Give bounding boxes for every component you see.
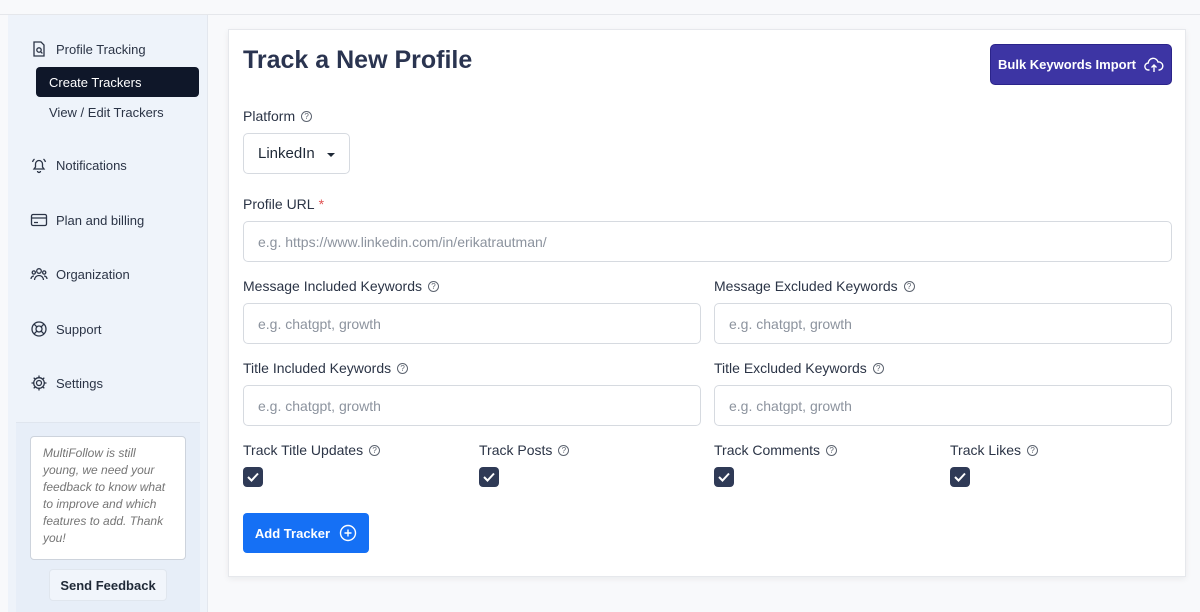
help-icon: ? (826, 444, 838, 456)
title-excluded-keywords-label: Title Excluded Keywords ? (714, 360, 884, 376)
help-icon: ? (558, 444, 570, 456)
credit-card-icon (30, 213, 48, 227)
sidebar-item-notifications[interactable]: Notifications (30, 156, 127, 174)
track-comments-checkbox[interactable] (714, 467, 734, 487)
track-posts-checkbox[interactable] (479, 467, 499, 487)
platform-label-text: Platform (243, 108, 296, 124)
track-likes-label: Track Likes ? (950, 442, 1039, 458)
label-text: Message Excluded Keywords (714, 278, 898, 294)
label-text: Track Likes (950, 442, 1022, 458)
gear-icon (31, 375, 47, 391)
sidebar-item-label: Notifications (56, 157, 127, 173)
sidebar-subitem-label: Create Trackers (49, 74, 142, 90)
bell-icon (31, 158, 47, 174)
required-indicator: * (318, 196, 325, 212)
add-tracker-label: Add Tracker (254, 525, 331, 541)
message-included-keywords-label: Message Included Keywords ? (243, 278, 439, 294)
checkmark-icon (718, 472, 730, 482)
sidebar-subitem-label: View / Edit Trackers (49, 105, 164, 120)
help-icon: ? (369, 444, 381, 456)
send-feedback-label: Send Feedback (60, 577, 156, 593)
feedback-textarea[interactable] (30, 436, 186, 560)
platform-select[interactable]: LinkedIn (243, 133, 350, 174)
search-document-icon (33, 41, 45, 57)
profile-url-input[interactable] (243, 221, 1172, 262)
sidebar-item-plan-billing[interactable]: Plan and billing (30, 211, 144, 229)
title-included-keywords-input[interactable] (243, 385, 701, 426)
help-icon: ? (1027, 444, 1039, 456)
sidebar-item-support[interactable]: Support (30, 320, 102, 338)
help-icon: ? (903, 280, 915, 292)
track-profile-card: Track a New Profile Bulk Keywords Import… (228, 29, 1186, 577)
help-icon: ? (301, 110, 313, 122)
help-icon: ? (872, 362, 884, 374)
label-text: Track Comments (714, 442, 821, 458)
message-excluded-keywords-input[interactable] (714, 303, 1172, 344)
profile-url-label-text: Profile URL (243, 196, 315, 212)
bulk-import-label: Bulk Keywords Import (998, 57, 1136, 72)
plus-circle-icon (339, 524, 357, 542)
label-text: Message Included Keywords (243, 278, 422, 294)
page-title: Track a New Profile (243, 46, 473, 74)
track-title-updates-checkbox[interactable] (243, 467, 263, 487)
send-feedback-button[interactable]: Send Feedback (49, 569, 167, 601)
track-title-updates-label: Track Title Updates ? (243, 442, 381, 458)
sidebar-item-settings[interactable]: Settings (30, 374, 103, 392)
sidebar-item-label: Profile Tracking (56, 41, 146, 57)
checkmark-icon (483, 472, 495, 482)
sidebar-subitem-create-trackers[interactable]: Create Trackers (36, 67, 199, 97)
sidebar-item-organization[interactable]: Organization (30, 265, 130, 283)
track-likes-checkbox[interactable] (950, 467, 970, 487)
sidebar-item-label: Support (56, 321, 102, 337)
add-tracker-button[interactable]: Add Tracker (243, 513, 369, 553)
label-text: Title Excluded Keywords (714, 360, 867, 376)
cloud-upload-icon (1144, 57, 1164, 72)
label-text: Track Title Updates (243, 442, 364, 458)
checkmark-icon (247, 472, 259, 482)
sidebar-item-profile-tracking[interactable]: Profile Tracking (30, 40, 146, 58)
sidebar-item-label: Organization (56, 266, 130, 282)
checkmark-icon (954, 472, 966, 482)
platform-label: Platform ? (243, 108, 313, 124)
platform-selected-value: LinkedIn (258, 145, 315, 162)
label-text: Track Posts (479, 442, 553, 458)
users-icon (30, 268, 48, 281)
sidebar-item-label: Settings (56, 375, 103, 391)
lifebuoy-icon (31, 321, 47, 337)
label-text: Title Included Keywords (243, 360, 392, 376)
caret-down-icon (327, 153, 335, 157)
track-posts-label: Track Posts ? (479, 442, 570, 458)
bulk-keywords-import-button[interactable]: Bulk Keywords Import (990, 44, 1172, 85)
title-included-keywords-label: Title Included Keywords ? (243, 360, 409, 376)
feedback-panel: Send Feedback (16, 422, 200, 612)
title-excluded-keywords-input[interactable] (714, 385, 1172, 426)
help-icon: ? (428, 280, 439, 292)
message-excluded-keywords-label: Message Excluded Keywords ? (714, 278, 915, 294)
profile-url-label: Profile URL * (243, 196, 324, 212)
sidebar: Profile Tracking Create Trackers View / … (8, 15, 208, 612)
help-icon: ? (397, 362, 409, 374)
sidebar-item-label: Plan and billing (56, 212, 145, 228)
message-included-keywords-input[interactable] (243, 303, 701, 344)
sidebar-subitem-view-edit-trackers[interactable]: View / Edit Trackers (49, 105, 164, 120)
track-comments-label: Track Comments ? (714, 442, 838, 458)
